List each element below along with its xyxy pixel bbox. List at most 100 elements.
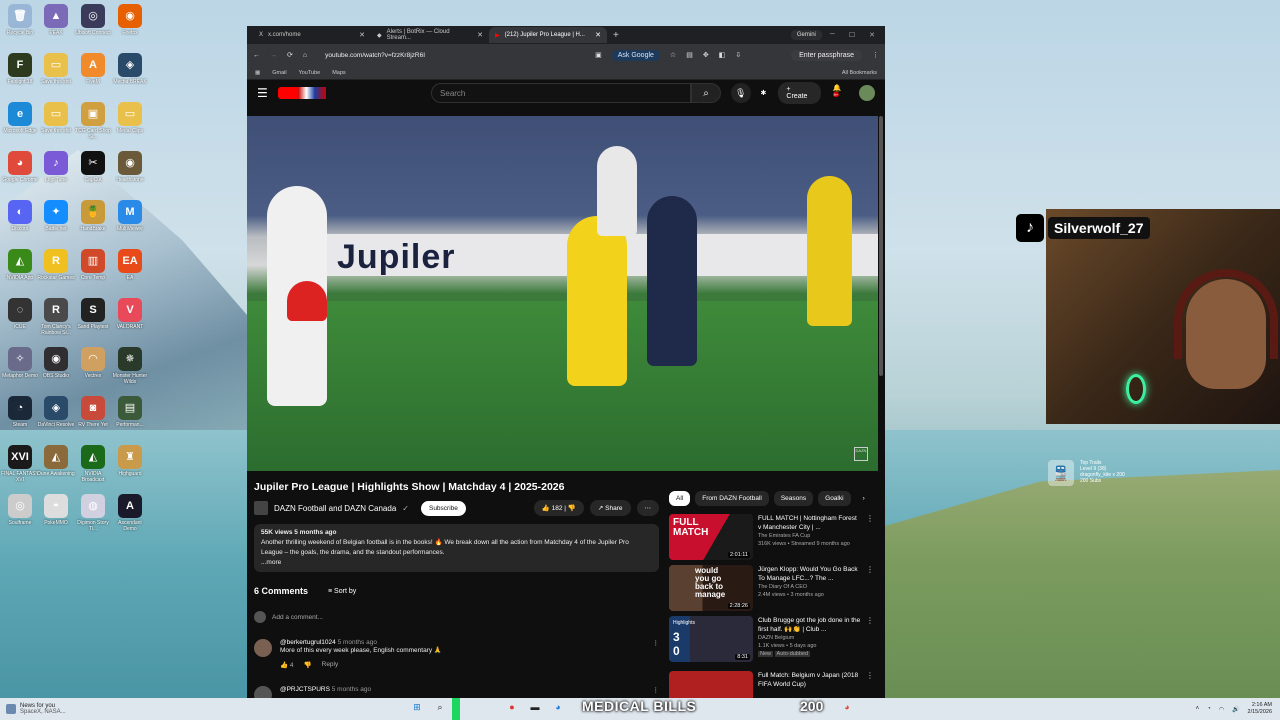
desktop-icon[interactable]: e Microsoft Edge bbox=[1, 102, 39, 134]
comment-author[interactable]: @PRJCTSPURS bbox=[280, 686, 330, 693]
rec-menu-icon[interactable]: ⋮ bbox=[866, 671, 874, 698]
install-icon[interactable]: ▣ bbox=[595, 51, 602, 59]
desktop-icon[interactable]: ◐ Discord bbox=[1, 200, 39, 232]
desktop-icon[interactable]: ✦ Battle.net bbox=[37, 200, 75, 232]
close-icon[interactable]: ✕ bbox=[359, 31, 365, 39]
network-icon[interactable]: ◔ bbox=[1207, 706, 1211, 712]
hamburger-menu-icon[interactable]: ☰ bbox=[257, 86, 268, 100]
comment-menu-icon[interactable]: ⋮ bbox=[653, 639, 660, 657]
rec-menu-icon[interactable]: ⋮ bbox=[866, 514, 874, 560]
desktop-icon[interactable]: ▭ Save this shit bbox=[37, 102, 75, 134]
clock[interactable]: 2:16 AM 2/15/2026 bbox=[1248, 702, 1272, 716]
microphone-icon[interactable]: 🎙 bbox=[730, 83, 751, 103]
desktop-icon[interactable]: ♜ Highguard bbox=[111, 445, 149, 477]
add-comment-input[interactable]: Add a comment... bbox=[272, 614, 323, 621]
minimize-icon[interactable]: ─ bbox=[830, 31, 835, 39]
all-bookmarks[interactable]: All Bookmarks bbox=[842, 70, 877, 76]
desktop-icon[interactable]: ▤ Performan... bbox=[111, 396, 149, 428]
desktop-icon[interactable]: ♪ Logi Tune bbox=[37, 151, 75, 183]
desktop-icon[interactable]: M MultiViewer bbox=[111, 200, 149, 232]
maximize-icon[interactable]: ☐ bbox=[849, 31, 855, 39]
more-actions-icon[interactable]: ⋯ bbox=[636, 500, 659, 516]
recommendation-item[interactable]: Full Match: Belgium v Japan (2018 FIFA W… bbox=[669, 671, 874, 698]
desktop-icon[interactable]: R Rockstar Games bbox=[37, 249, 75, 281]
avatar[interactable] bbox=[859, 85, 875, 101]
chip-from-dazn[interactable]: From DAZN Football bbox=[695, 491, 769, 506]
channel-name[interactable]: DAZN Football and DAZN Canada bbox=[274, 504, 396, 513]
close-icon[interactable]: ✕ bbox=[477, 31, 483, 39]
profile-icon[interactable]: ◧ bbox=[719, 51, 726, 59]
bookmark-youtube[interactable]: YouTube bbox=[299, 70, 321, 76]
video-thumbnail[interactable]: would you go back to manage 2:28:26 bbox=[669, 565, 753, 611]
desktop-icon[interactable]: ✧ Metaphor Demo bbox=[1, 347, 39, 379]
tab-youtube[interactable]: ▶ (212) Jupiler Pro League | H... ✕ bbox=[489, 27, 607, 43]
description-box[interactable]: 55K views 5 months ago Another thrilling… bbox=[254, 524, 659, 572]
puzzle-icon[interactable]: ✥ bbox=[703, 51, 709, 59]
desktop-icon[interactable]: A FiveM bbox=[74, 53, 112, 85]
commenter-avatar[interactable] bbox=[254, 686, 272, 698]
passphrase-button[interactable]: Enter passphrase bbox=[791, 49, 862, 61]
search-input[interactable]: Search bbox=[431, 83, 692, 103]
bookmark-gmail[interactable]: Gmail bbox=[272, 70, 286, 76]
desktop-icon[interactable]: ▲ PEAK bbox=[37, 4, 75, 36]
desktop-icon[interactable]: ▭ Save this shit bbox=[37, 53, 75, 85]
desktop-icon[interactable]: ✵ Monster Hunter Wilds bbox=[111, 347, 149, 385]
search-icon[interactable]: ⌕ bbox=[691, 83, 721, 103]
start-icon[interactable]: ⊞ bbox=[410, 700, 424, 714]
desktop-icon[interactable]: ◈ DaVinci Resolve bbox=[37, 396, 75, 428]
desktop-icon[interactable]: XVI FINAL FANTASY XVI bbox=[1, 445, 39, 483]
tab-botrix[interactable]: ◆ Alerts | BotRix — Cloud Stream... ✕ bbox=[371, 27, 489, 43]
reload-icon[interactable]: ⟳ bbox=[287, 51, 293, 59]
search-icon[interactable]: ⌕ bbox=[433, 700, 447, 714]
desktop-icon[interactable]: 🍍 HandBrake bbox=[74, 200, 112, 232]
comment-like-button[interactable]: 👍 4 bbox=[280, 661, 294, 669]
ask-google-button[interactable]: Ask Google bbox=[611, 49, 660, 61]
reply-button[interactable]: Reply bbox=[322, 661, 339, 669]
more-link[interactable]: ...more bbox=[261, 558, 652, 568]
desktop-icon[interactable]: ◈ Mecha BREAK bbox=[111, 53, 149, 85]
rec-menu-icon[interactable]: ⋮ bbox=[866, 565, 874, 611]
desktop-icon[interactable]: EA EA bbox=[111, 249, 149, 281]
bookmark-maps[interactable]: Maps bbox=[332, 70, 345, 76]
close-window-icon[interactable]: ✕ bbox=[869, 31, 875, 39]
bookmark-star-icon[interactable]: ☆ bbox=[670, 51, 676, 59]
extension-icon[interactable]: ▤ bbox=[686, 51, 693, 59]
desktop-icon[interactable]: ◠ Vectrex bbox=[74, 347, 112, 379]
close-icon[interactable]: ✕ bbox=[595, 31, 601, 39]
chrome-icon[interactable]: ◕ bbox=[840, 700, 854, 714]
video-thumbnail[interactable]: FULL MATCH 2:01:11 bbox=[669, 514, 753, 560]
add-comment-row[interactable]: Add a comment... bbox=[254, 611, 659, 623]
desktop-icon[interactable]: ◙ RV There Yet bbox=[74, 396, 112, 428]
desktop-icon[interactable]: R Tom Clancy's Rainbow Si... bbox=[37, 298, 75, 336]
create-button[interactable]: + Create bbox=[778, 82, 821, 104]
like-button[interactable]: 👍 182 | 👎 bbox=[533, 500, 584, 516]
url-input[interactable]: youtube.com/watch?v=fzzKr8jzR6I bbox=[325, 52, 585, 59]
chevron-right-icon[interactable]: › bbox=[856, 491, 872, 506]
comment-author[interactable]: @berkertugrul1024 bbox=[280, 639, 336, 646]
video-player[interactable]: Jupiler DAZN bbox=[247, 116, 878, 471]
chip-seasons[interactable]: Seasons bbox=[773, 491, 814, 506]
desktop-icon[interactable]: ◓ PokeMMO bbox=[37, 494, 75, 526]
commenter-avatar[interactable] bbox=[254, 639, 272, 657]
subscribe-button[interactable]: Subscribe bbox=[420, 500, 466, 516]
desktop-icon[interactable]: F Fairlight 18 bbox=[1, 53, 39, 85]
desktop-icon[interactable]: A Ascendant Demo bbox=[111, 494, 149, 532]
wifi-icon[interactable]: ◠ bbox=[1219, 706, 1224, 713]
video-thumbnail[interactable]: Highlights 30 8:31 bbox=[669, 616, 753, 662]
chip-all[interactable]: All bbox=[669, 491, 691, 506]
file-explorer-icon[interactable]: ▬ bbox=[528, 700, 542, 714]
volume-icon[interactable]: 🔊 bbox=[1232, 706, 1239, 713]
back-icon[interactable]: ← bbox=[253, 52, 260, 59]
gear-icon[interactable]: ✱ bbox=[761, 89, 767, 97]
desktop-icon[interactable]: ◉ Firefox bbox=[111, 4, 149, 36]
desktop-icon[interactable]: ✂ CapCut bbox=[74, 151, 112, 183]
chevron-up-icon[interactable]: ˄ bbox=[1196, 706, 1200, 712]
desktop-icon[interactable]: ◕ Google Chrome bbox=[1, 151, 39, 183]
share-button[interactable]: ↗ Share bbox=[589, 500, 631, 516]
desktop-icon[interactable]: ◔ Steam bbox=[1, 396, 39, 428]
comment-menu-icon[interactable]: ⋮ bbox=[653, 686, 660, 698]
recommendation-item[interactable]: FULL MATCH 2:01:11 FULL MATCH | Nottingha… bbox=[669, 514, 874, 560]
chip-goalkeepers[interactable]: Goalki bbox=[818, 491, 851, 506]
menu-dots-icon[interactable]: ⋮ bbox=[872, 51, 879, 59]
desktop-icon[interactable]: ▣ TCG Card Shop Si... bbox=[74, 102, 112, 140]
